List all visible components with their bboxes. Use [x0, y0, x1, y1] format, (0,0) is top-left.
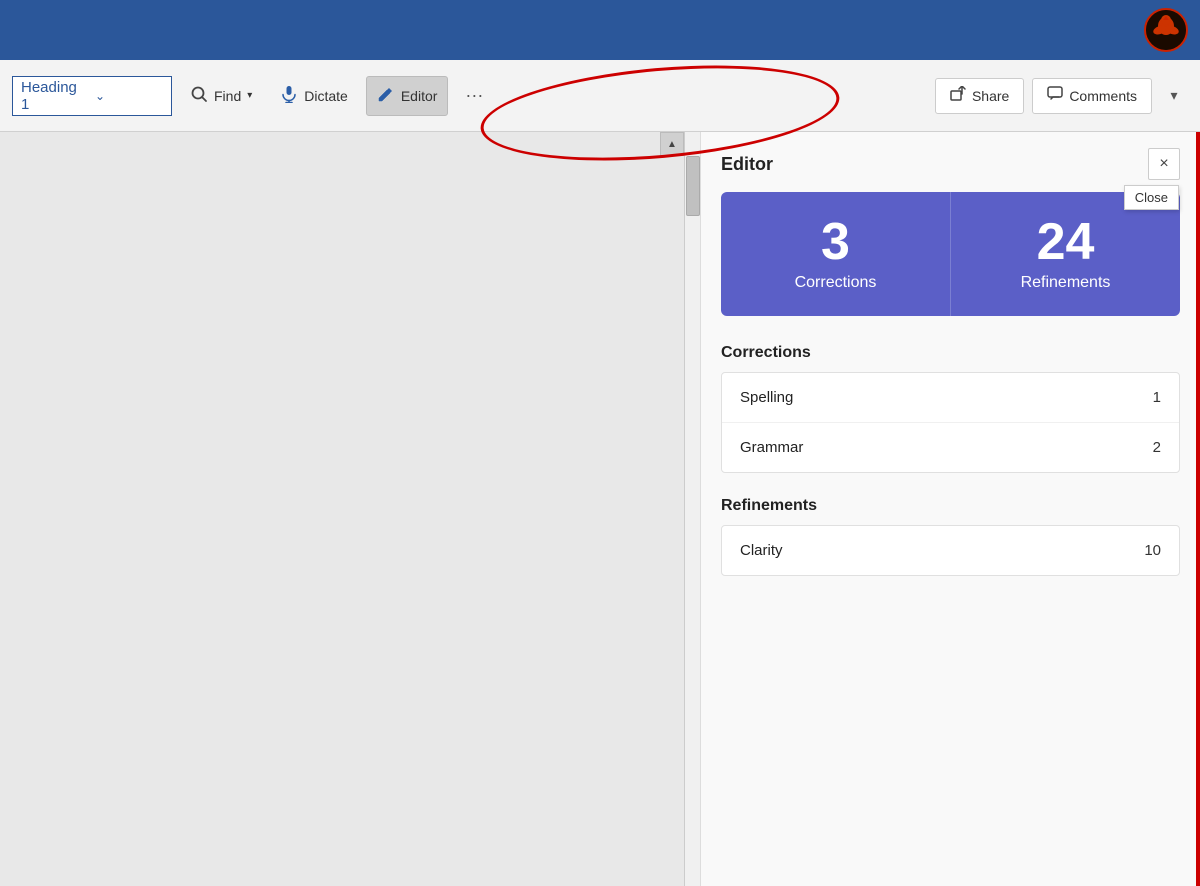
refinements-card[interactable]: 24 Refinements	[951, 192, 1180, 316]
spelling-count: 1	[1153, 389, 1161, 406]
share-button[interactable]: Share	[935, 78, 1024, 114]
grammar-label: Grammar	[740, 439, 803, 456]
clarity-row[interactable]: Clarity 10	[722, 526, 1179, 575]
grammar-count: 2	[1153, 439, 1161, 456]
stats-cards: 3 Corrections 24 Refinements	[721, 192, 1180, 316]
clarity-count: 10	[1144, 542, 1161, 559]
grammar-row[interactable]: Grammar 2	[722, 423, 1179, 472]
share-icon	[950, 86, 966, 105]
editor-panel-header: Editor × Close	[701, 132, 1200, 192]
editor-panel-title: Editor	[721, 154, 773, 175]
main-content: ▲ Editor × Close 3 Corrections 24 Refine…	[0, 132, 1200, 886]
refinements-section-header: Refinements	[701, 489, 1200, 525]
chevron-down-icon: ⌄	[95, 89, 163, 103]
spelling-label: Spelling	[740, 389, 793, 406]
clarity-label: Clarity	[740, 542, 783, 559]
corrections-label: Corrections	[795, 274, 877, 292]
corrections-section-header: Corrections	[701, 336, 1200, 372]
spelling-row[interactable]: Spelling 1	[722, 373, 1179, 423]
close-tooltip: Close	[1124, 185, 1179, 210]
comment-icon	[1047, 86, 1063, 105]
microphone-icon	[280, 85, 298, 106]
ribbon-bar: Heading 1 ⌄ Find ▾ Dictate	[0, 60, 1200, 132]
corrections-card[interactable]: 3 Corrections	[721, 192, 951, 316]
title-bar	[0, 0, 1200, 60]
find-label: Find	[214, 88, 241, 104]
scrollbar-thumb[interactable]	[686, 156, 700, 216]
chevron-down-ribbon-icon: ▾	[1170, 87, 1177, 104]
editor-button[interactable]: Editor	[366, 76, 449, 116]
share-label: Share	[972, 88, 1009, 104]
editor-panel: Editor × Close 3 Corrections 24 Refineme…	[700, 132, 1200, 886]
refinements-count: 24	[1037, 216, 1095, 268]
comments-label: Comments	[1069, 88, 1137, 104]
red-edge-bar	[1196, 132, 1200, 886]
document-area: ▲	[0, 132, 700, 886]
search-icon	[190, 85, 208, 106]
close-icon: ×	[1159, 155, 1168, 173]
comments-button[interactable]: Comments	[1032, 78, 1152, 114]
find-button[interactable]: Find ▾	[180, 76, 262, 116]
scroll-up-button[interactable]: ▲	[660, 132, 684, 156]
dictate-button[interactable]: Dictate	[270, 76, 358, 116]
collapse-ribbon-button[interactable]: ▾	[1160, 82, 1188, 110]
dictate-label: Dictate	[304, 88, 348, 104]
scroll-up-icon: ▲	[667, 139, 677, 150]
close-panel-button[interactable]: × Close	[1148, 148, 1180, 180]
more-options-button[interactable]: ···	[456, 78, 492, 114]
editor-label: Editor	[401, 88, 438, 104]
document-scrollbar[interactable]	[684, 132, 700, 886]
corrections-count: 3	[821, 216, 850, 268]
editor-pen-icon	[377, 85, 395, 106]
heading-selector[interactable]: Heading 1 ⌄	[12, 76, 172, 116]
refinements-label: Refinements	[1021, 274, 1111, 292]
more-icon: ···	[465, 85, 483, 106]
find-chevron-icon: ▾	[247, 90, 252, 101]
heading-label: Heading 1	[21, 79, 89, 113]
refinements-items-card: Clarity 10	[721, 525, 1180, 576]
profile-avatar[interactable]	[1144, 8, 1188, 52]
ribbon-right: Share Comments ▾	[935, 78, 1188, 114]
corrections-items-card: Spelling 1 Grammar 2	[721, 372, 1180, 473]
